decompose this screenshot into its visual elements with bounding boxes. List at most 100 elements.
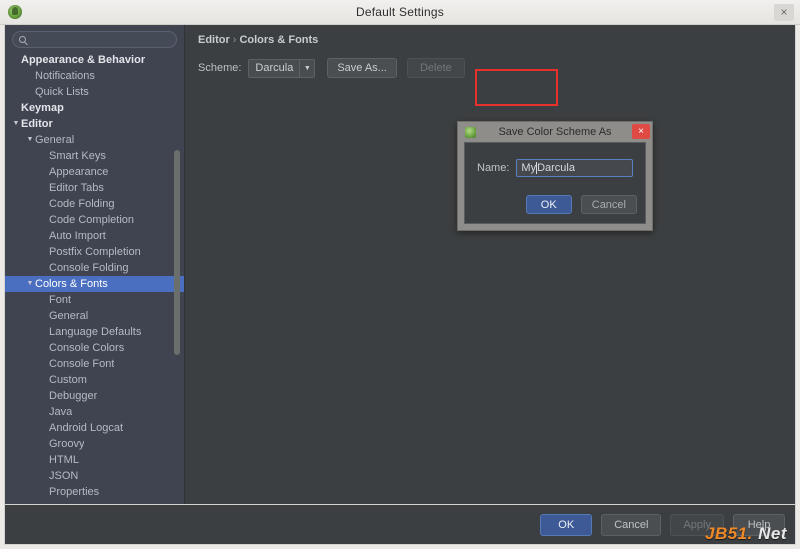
sidebar-item-smart-keys[interactable]: Smart Keys bbox=[5, 148, 184, 164]
sidebar-item-label: Smart Keys bbox=[49, 150, 106, 162]
sidebar-item-general[interactable]: General bbox=[5, 308, 184, 324]
sidebar-item-label: Font bbox=[49, 294, 72, 306]
sidebar-item-label: Keymap bbox=[21, 102, 64, 114]
sidebar-item-console-colors[interactable]: Console Colors bbox=[5, 340, 184, 356]
search-input[interactable] bbox=[12, 31, 177, 48]
sidebar-item-label: Properties bbox=[49, 486, 100, 498]
sidebar-item-label: Code Completion bbox=[49, 214, 134, 226]
save-color-scheme-dialog: Save Color Scheme As × Name: My Darcula O… bbox=[457, 121, 653, 231]
sidebar-item-label: Debugger bbox=[49, 390, 98, 402]
name-row: Name: My Darcula bbox=[465, 143, 645, 177]
sidebar-item-label: Postfix Completion bbox=[49, 246, 141, 258]
sidebar-item-java[interactable]: Java bbox=[5, 404, 184, 420]
chevron-down-icon[interactable]: ▼ bbox=[25, 276, 35, 292]
sidebar-item-debugger[interactable]: Debugger bbox=[5, 388, 184, 404]
breadcrumb-separator: › bbox=[232, 34, 237, 46]
sidebar-item-label: Quick Lists bbox=[35, 86, 89, 98]
sidebar-item-label: Console Folding bbox=[49, 262, 129, 274]
sidebar-item-android-logcat[interactable]: Android Logcat bbox=[5, 420, 184, 436]
sidebar-item-label: Editor bbox=[21, 118, 53, 130]
window-title: Default Settings bbox=[356, 5, 444, 19]
settings-window: Default Settings × Appearance & Behavior… bbox=[0, 0, 800, 549]
sidebar-item-label: Colors & Fonts bbox=[35, 278, 108, 290]
watermark: JB51. Net bbox=[705, 524, 787, 544]
scheme-row: Scheme: Darcula ▼ Save As... Delete bbox=[185, 46, 795, 78]
sidebar-item-console-folding[interactable]: Console Folding bbox=[5, 260, 184, 276]
sidebar-item-label: Appearance & Behavior bbox=[21, 54, 146, 66]
chevron-down-icon: ▼ bbox=[299, 59, 314, 77]
scheme-dropdown[interactable]: Darcula ▼ bbox=[248, 58, 316, 78]
settings-tree: Appearance & Behavior Notifications Quick … bbox=[5, 52, 184, 500]
sidebar-item-postfix-completion[interactable]: Postfix Completion bbox=[5, 244, 184, 260]
sidebar-item-code-folding[interactable]: Code Folding bbox=[5, 196, 184, 212]
sidebar-item-label: Appearance bbox=[49, 166, 109, 178]
window-bottom-edge bbox=[0, 545, 800, 549]
settings-sidebar: Appearance & Behavior Notifications Quick … bbox=[5, 25, 185, 504]
scheme-name-field[interactable]: My Darcula bbox=[516, 159, 633, 177]
sidebar-item-auto-import[interactable]: Auto Import bbox=[5, 228, 184, 244]
sidebar-item-editor-tabs[interactable]: Editor Tabs bbox=[5, 180, 184, 196]
sidebar-scrollbar-thumb[interactable] bbox=[174, 150, 180, 355]
sidebar-item-keymap[interactable]: Keymap bbox=[5, 100, 184, 116]
sidebar-item-label: Java bbox=[49, 406, 73, 418]
sidebar-item-groovy[interactable]: Groovy bbox=[5, 436, 184, 452]
sidebar-item-html[interactable]: HTML bbox=[5, 452, 184, 468]
sidebar-item-editor[interactable]: ▼ Editor bbox=[5, 116, 184, 132]
sidebar-item-properties[interactable]: Properties bbox=[5, 484, 184, 500]
sidebar-item-label: Groovy bbox=[49, 438, 85, 450]
watermark-part-a: JB51. bbox=[705, 524, 753, 543]
sidebar-item-language-defaults[interactable]: Language Defaults bbox=[5, 324, 184, 340]
sidebar-item-label: Code Folding bbox=[49, 198, 115, 210]
sidebar-item-console-font[interactable]: Console Font bbox=[5, 356, 184, 372]
dialog-cancel-button[interactable]: Cancel bbox=[580, 195, 637, 214]
breadcrumb-leaf: Colors & Fonts bbox=[239, 34, 319, 46]
search-icon bbox=[19, 36, 26, 43]
delete-button: Delete bbox=[406, 58, 465, 78]
save-as-button[interactable]: Save As... bbox=[327, 58, 397, 78]
window-title-bar: Default Settings × bbox=[0, 0, 800, 25]
sidebar-item-code-completion[interactable]: Code Completion bbox=[5, 212, 184, 228]
breadcrumb-root[interactable]: Editor bbox=[198, 34, 230, 46]
sidebar-item-general[interactable]: ▼ General bbox=[5, 132, 184, 148]
sidebar-item-font[interactable]: Font bbox=[5, 292, 184, 308]
sidebar-item-label: Editor Tabs bbox=[49, 182, 104, 194]
settings-footer: OK Cancel Apply Help JB51. Net bbox=[4, 505, 796, 545]
search-wrapper bbox=[5, 25, 184, 52]
scheme-selected-value: Darcula bbox=[255, 61, 294, 74]
settings-body: Appearance & Behavior Notifications Quick … bbox=[4, 25, 796, 505]
chevron-down-icon[interactable]: ▼ bbox=[11, 116, 21, 132]
sidebar-item-label: General bbox=[35, 134, 75, 146]
dialog-title-bar: Save Color Scheme As × bbox=[458, 122, 652, 142]
scheme-name-value-after-caret: Darcula bbox=[537, 162, 575, 174]
sidebar-item-label: Console Colors bbox=[49, 342, 125, 354]
cancel-button[interactable]: Cancel bbox=[601, 513, 662, 536]
sidebar-item-label: Android Logcat bbox=[49, 422, 123, 434]
sidebar-item-appearance-behavior[interactable]: Appearance & Behavior bbox=[5, 52, 184, 68]
sidebar-item-notifications[interactable]: Notifications bbox=[5, 68, 184, 84]
sidebar-item-label: Console Font bbox=[49, 358, 115, 370]
sidebar-item-label: Language Defaults bbox=[49, 326, 142, 338]
ok-button[interactable]: OK bbox=[540, 513, 593, 536]
dialog-ok-button[interactable]: OK bbox=[525, 195, 572, 214]
dialog-body: Name: My Darcula OK Cancel bbox=[464, 142, 646, 224]
dialog-close-icon[interactable]: × bbox=[632, 124, 650, 139]
sidebar-item-label: General bbox=[49, 310, 89, 322]
sidebar-item-label: Custom bbox=[49, 374, 87, 386]
dialog-title: Save Color Scheme As bbox=[498, 126, 612, 138]
sidebar-item-appearance[interactable]: Appearance bbox=[5, 164, 184, 180]
sidebar-item-label: HTML bbox=[49, 454, 79, 466]
sidebar-item-quick-lists[interactable]: Quick Lists bbox=[5, 84, 184, 100]
sidebar-item-label: Auto Import bbox=[49, 230, 106, 242]
scheme-label: Scheme: bbox=[198, 62, 242, 74]
sidebar-item-json[interactable]: JSON bbox=[5, 468, 184, 484]
sidebar-item-label: JSON bbox=[49, 470, 79, 482]
close-icon[interactable]: × bbox=[774, 4, 794, 21]
sidebar-item-label: Notifications bbox=[35, 70, 95, 82]
sidebar-item-colors-fonts[interactable]: ▼ Colors & Fonts bbox=[5, 276, 184, 292]
dialog-button-row: OK Cancel bbox=[525, 195, 637, 214]
watermark-part-b: Net bbox=[752, 524, 787, 543]
name-label: Name: bbox=[477, 162, 510, 174]
sidebar-item-custom[interactable]: Custom bbox=[5, 372, 184, 388]
chevron-down-icon[interactable]: ▼ bbox=[25, 132, 35, 148]
breadcrumb: Editor › Colors & Fonts bbox=[185, 25, 795, 46]
